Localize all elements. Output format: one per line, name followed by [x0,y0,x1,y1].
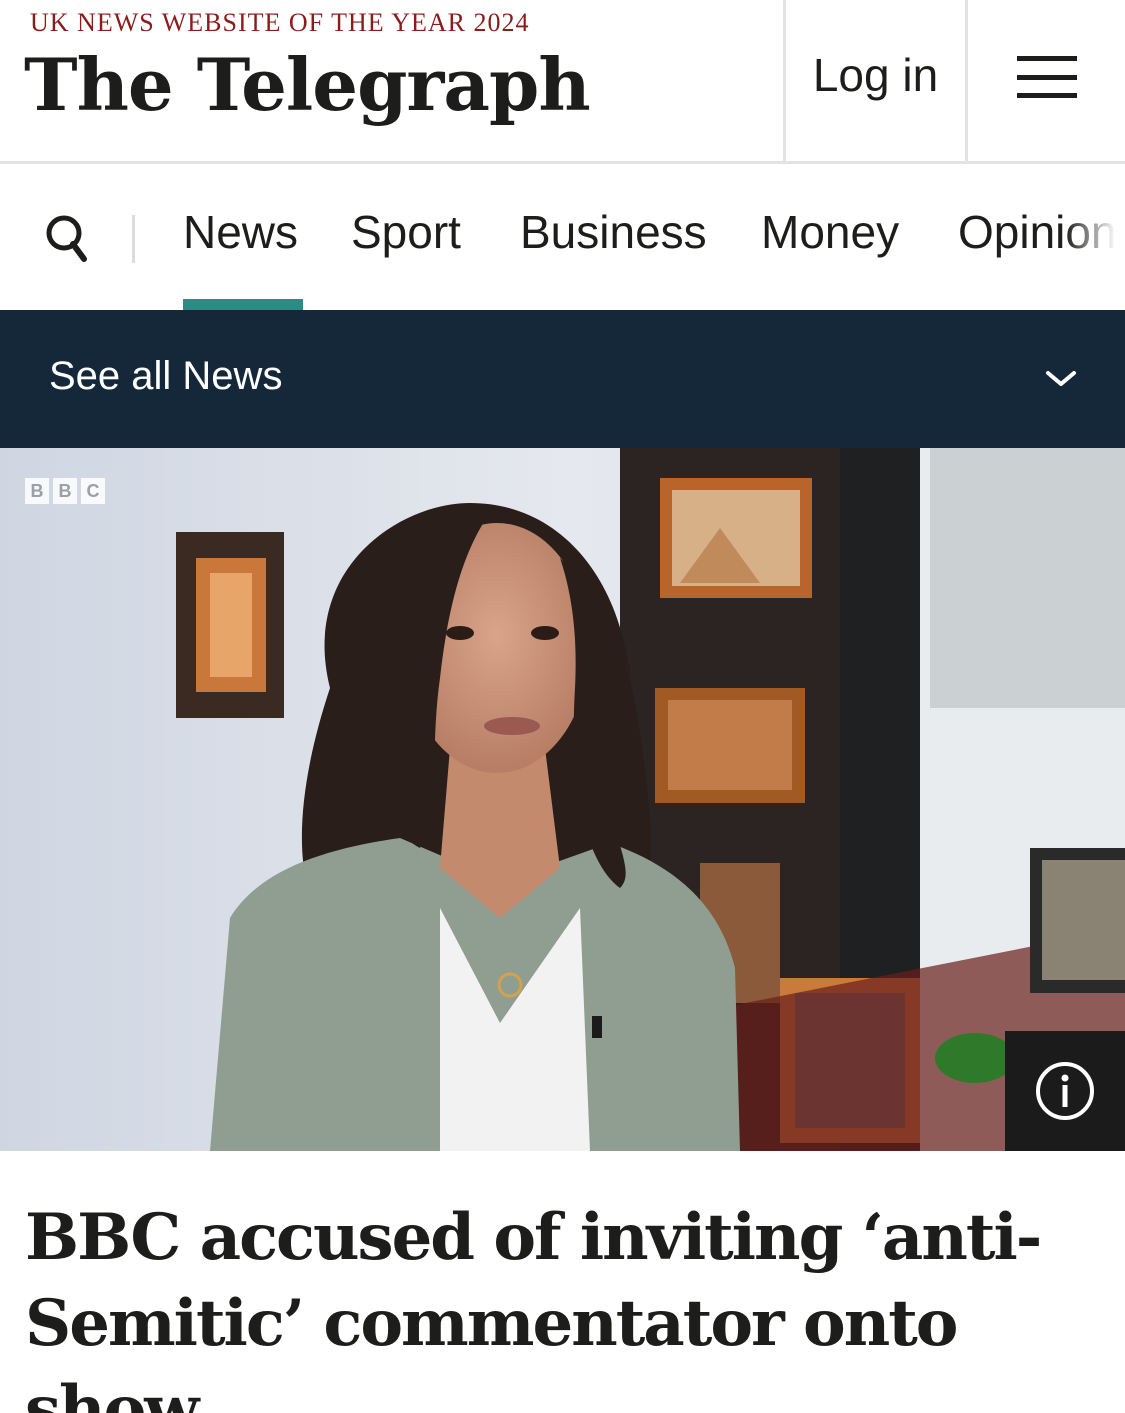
nav-item-news[interactable]: News [183,205,298,259]
active-tab-indicator [183,299,303,310]
hero-image: B B C [0,448,1125,1151]
tagline: UK NEWS WEBSITE OF THE YEAR 2024 [30,8,530,37]
hero-photo [0,448,1125,1151]
article-headline[interactable]: BBC accused of inviting ‘anti-Semitic’ c… [25,1195,1105,1413]
info-icon [1036,1062,1094,1120]
nav-item-business[interactable]: Business [520,205,707,259]
menu-button[interactable] [968,0,1125,164]
nav-divider [132,215,135,263]
subnav-bar[interactable]: See all News [0,310,1125,448]
bbc-logo-letter: C [81,478,105,504]
login-button[interactable]: Log in [783,0,968,164]
image-info-button[interactable] [1005,1031,1125,1151]
search-icon[interactable] [44,211,92,267]
site-header: UK NEWS WEBSITE OF THE YEAR 2024 The Tel… [0,0,1125,164]
hamburger-menu-icon [1016,56,1077,98]
see-all-news-link[interactable]: See all News [49,354,282,399]
chevron-down-icon[interactable] [1044,368,1078,390]
bbc-logo-letter: B [25,478,49,504]
site-logo[interactable]: The Telegraph [24,42,591,127]
nav-item-sport[interactable]: Sport [351,205,461,259]
nav-fade [1065,167,1125,310]
bbc-logo: B B C [25,478,105,504]
bbc-logo-letter: B [53,478,77,504]
nav-item-money[interactable]: Money [761,205,899,259]
section-nav: News Sport Business Money Opinion [0,167,1125,310]
